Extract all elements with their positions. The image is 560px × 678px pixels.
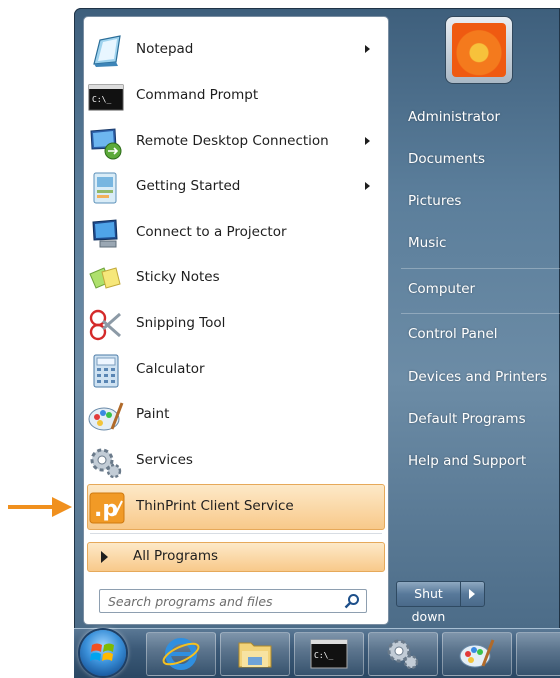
paint-icon bbox=[88, 399, 124, 433]
divider bbox=[90, 533, 382, 534]
right-item-help-support[interactable]: Help and Support bbox=[408, 453, 526, 469]
thinprint-icon: .p bbox=[89, 491, 125, 525]
calculator-icon bbox=[88, 354, 124, 388]
program-label: Sticky Notes bbox=[136, 269, 220, 285]
program-sticky-notes[interactable]: Sticky Notes bbox=[84, 256, 388, 300]
submenu-arrow-icon[interactable] bbox=[365, 137, 370, 145]
program-label: Snipping Tool bbox=[136, 315, 226, 331]
submenu-arrow-icon[interactable] bbox=[365, 45, 370, 53]
program-label: Notepad bbox=[136, 41, 194, 57]
program-label: Command Prompt bbox=[136, 87, 259, 103]
search-box[interactable] bbox=[99, 589, 367, 613]
taskbar-windows-explorer[interactable] bbox=[220, 632, 290, 676]
command-prompt-icon: C:\_ bbox=[88, 80, 124, 114]
svg-text:.p: .p bbox=[94, 497, 118, 522]
program-getting-started[interactable]: Getting Started bbox=[84, 165, 388, 209]
program-thinprint[interactable]: .p ThinPrint Client Service bbox=[87, 484, 385, 530]
right-item-pictures[interactable]: Pictures bbox=[408, 193, 461, 209]
taskbar-command-prompt[interactable]: C:\_ bbox=[294, 632, 364, 676]
program-paint[interactable]: Paint bbox=[84, 393, 388, 437]
taskbar-paint[interactable] bbox=[442, 632, 512, 676]
windows-explorer-icon bbox=[238, 642, 272, 668]
search-icon[interactable] bbox=[344, 593, 360, 609]
shutdown-options-arrow-icon[interactable] bbox=[461, 582, 484, 606]
program-command-prompt[interactable]: C:\_ Command Prompt bbox=[84, 74, 388, 118]
flower-avatar-icon bbox=[452, 23, 506, 77]
shutdown-control: Shut down bbox=[396, 581, 485, 624]
pointer-arrow bbox=[8, 496, 72, 518]
svg-text:C:\_: C:\_ bbox=[314, 651, 333, 660]
projector-icon bbox=[88, 217, 124, 251]
notepad-icon bbox=[88, 34, 124, 68]
divider bbox=[401, 268, 560, 269]
svg-text:C:\_: C:\_ bbox=[92, 95, 111, 104]
program-services[interactable]: Services bbox=[84, 439, 388, 483]
remote-desktop-icon bbox=[88, 126, 124, 160]
getting-started-icon bbox=[88, 171, 124, 205]
submenu-arrow-icon[interactable] bbox=[365, 182, 370, 190]
right-item-computer[interactable]: Computer bbox=[408, 281, 475, 297]
services-icon bbox=[387, 639, 419, 670]
program-label: Calculator bbox=[136, 361, 205, 377]
right-item-control-panel[interactable]: Control Panel bbox=[408, 326, 498, 342]
program-snipping-tool[interactable]: Snipping Tool bbox=[84, 302, 388, 346]
program-label: Remote Desktop Connection bbox=[136, 133, 329, 149]
program-label: Paint bbox=[136, 406, 170, 422]
all-programs-button[interactable]: All Programs bbox=[87, 542, 385, 572]
program-connect-projector[interactable]: Connect to a Projector bbox=[84, 211, 388, 255]
right-item-devices-printers[interactable]: Devices and Printers bbox=[408, 369, 547, 385]
right-item-default-programs[interactable]: Default Programs bbox=[408, 411, 526, 427]
all-programs-label: All Programs bbox=[133, 548, 219, 564]
start-menu: Notepad C:\_ Command Prompt Remote Deskt… bbox=[74, 8, 560, 629]
divider bbox=[401, 313, 560, 314]
program-remote-desktop[interactable]: Remote Desktop Connection bbox=[84, 120, 388, 164]
internet-explorer-icon bbox=[162, 638, 200, 670]
program-label: Services bbox=[136, 452, 193, 468]
taskbar-button-partial[interactable] bbox=[516, 632, 560, 676]
programs-pane: Notepad C:\_ Command Prompt Remote Deskt… bbox=[83, 16, 389, 625]
taskbar-internet-explorer[interactable] bbox=[146, 632, 216, 676]
program-calculator[interactable]: Calculator bbox=[84, 348, 388, 392]
right-item-music[interactable]: Music bbox=[408, 235, 446, 251]
right-item-documents[interactable]: Documents bbox=[408, 151, 485, 167]
taskbar-services[interactable] bbox=[368, 632, 438, 676]
program-label: Connect to a Projector bbox=[136, 224, 287, 240]
user-picture[interactable] bbox=[446, 17, 512, 83]
program-label: Getting Started bbox=[136, 178, 241, 194]
taskbar: C:\_ bbox=[74, 628, 560, 678]
start-orb-icon[interactable] bbox=[80, 630, 126, 676]
command-prompt-icon: C:\_ bbox=[310, 639, 348, 669]
expand-arrow-icon bbox=[101, 551, 108, 563]
snipping-tool-icon bbox=[88, 308, 124, 342]
shutdown-button[interactable]: Shut down bbox=[397, 582, 461, 624]
program-notepad[interactable]: Notepad bbox=[84, 28, 388, 72]
right-item-administrator[interactable]: Administrator bbox=[408, 109, 500, 125]
search-input[interactable] bbox=[106, 592, 340, 611]
sticky-notes-icon bbox=[88, 262, 124, 296]
program-label: ThinPrint Client Service bbox=[136, 498, 294, 514]
paint-icon bbox=[459, 639, 495, 668]
services-icon bbox=[88, 445, 124, 479]
